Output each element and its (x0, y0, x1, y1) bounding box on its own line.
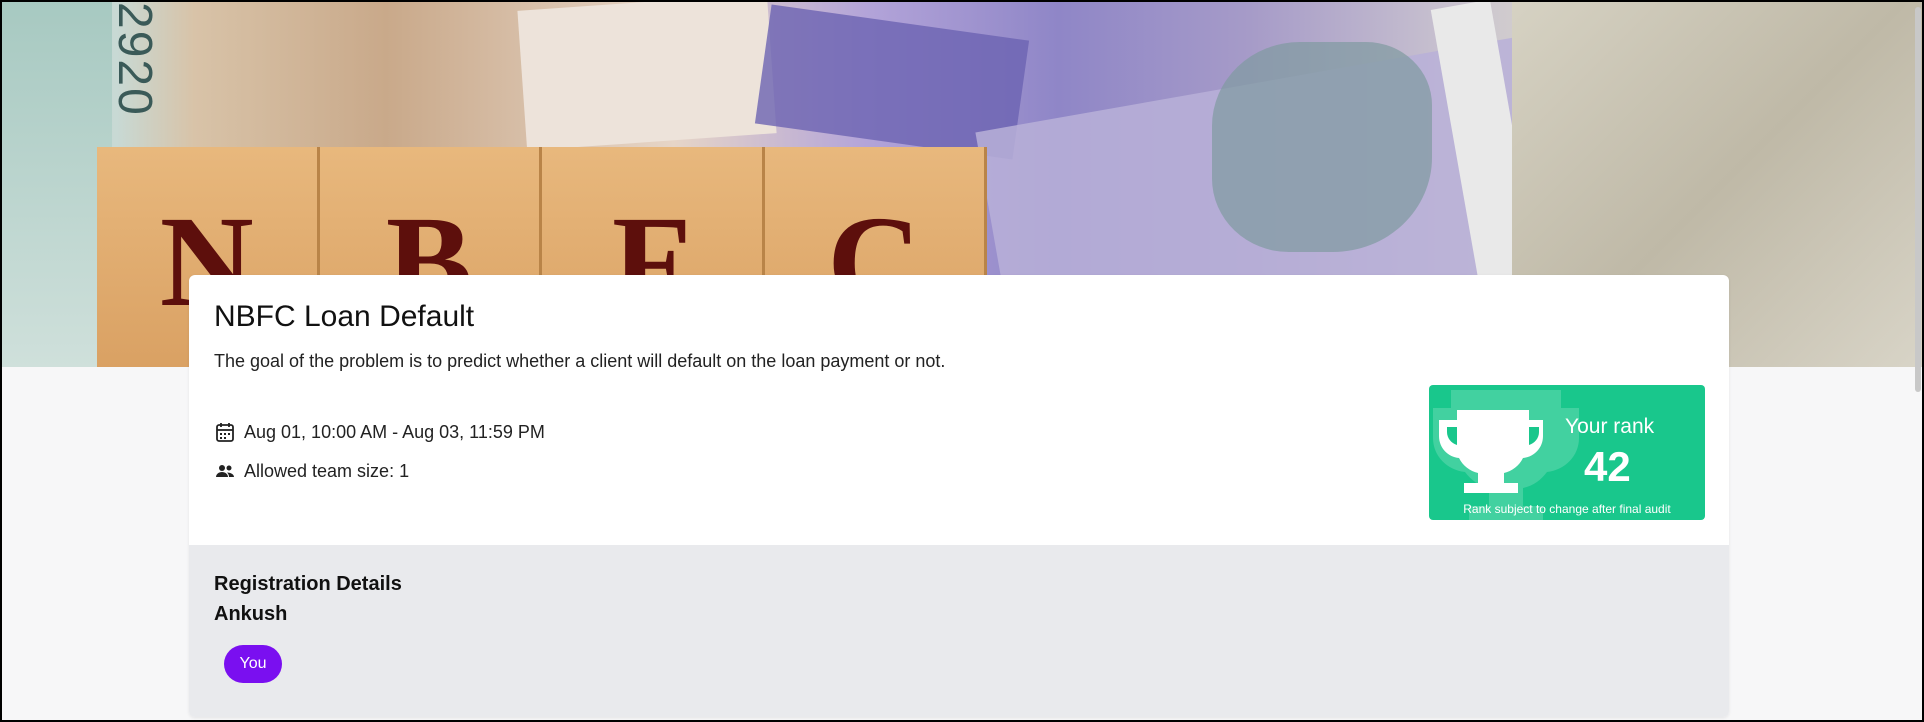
banknote-decor (2, 2, 112, 367)
registration-title: Registration Details (214, 573, 402, 595)
registration-section: Registration Details Ankush You (189, 545, 1729, 717)
contest-dates-text: Aug 01, 10:00 AM - Aug 03, 11:59 PM (244, 421, 545, 442)
rank-value: 42 (1584, 443, 1631, 490)
banknote-decor (1212, 42, 1432, 252)
page-scrollbar[interactable] (1914, 2, 1922, 720)
banknote-number: 2920 (108, 2, 161, 117)
rank-card: Your rank 42 Rank subject to change afte… (1429, 385, 1705, 520)
contest-card: NBFC Loan Default The goal of the proble… (189, 275, 1729, 717)
team-size-text: Allowed team size: 1 (244, 460, 410, 481)
banknote-decor (517, 2, 777, 151)
rank-note: Rank subject to change after final audit (1463, 502, 1671, 516)
team-size: Allowed team size: 1 (214, 460, 409, 482)
calendar-icon (214, 421, 236, 443)
trophy-icon (1429, 385, 1579, 520)
rank-label: Your rank (1565, 415, 1655, 438)
contest-description: The goal of the problem is to predict wh… (214, 351, 946, 371)
people-icon (214, 460, 236, 482)
page-title: NBFC Loan Default (214, 300, 475, 333)
you-badge: You (224, 645, 282, 683)
registrant-name: Ankush (214, 603, 288, 625)
scrollbar-thumb[interactable] (1915, 7, 1921, 392)
contest-dates: Aug 01, 10:00 AM - Aug 03, 11:59 PM (214, 421, 545, 443)
